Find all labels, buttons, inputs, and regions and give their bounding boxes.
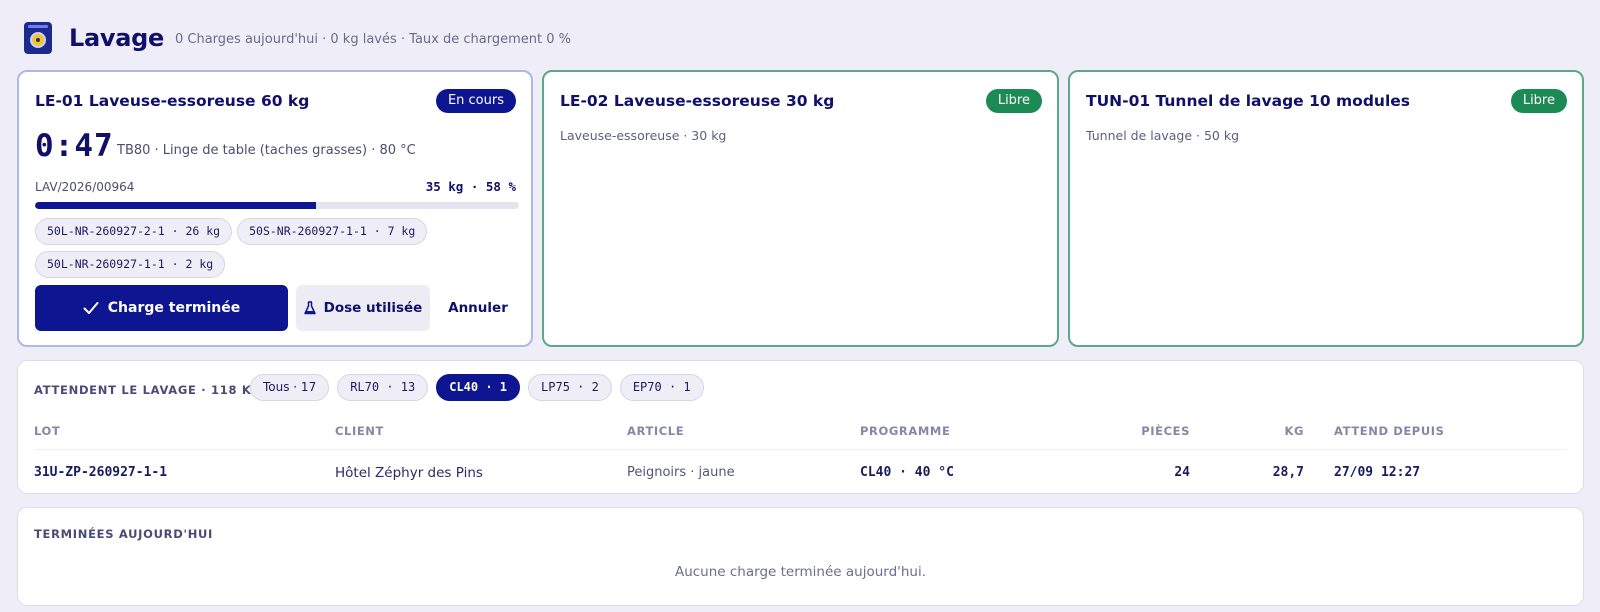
machine-subtitle: Tunnel de lavage · 50 kg	[1086, 128, 1240, 143]
batch-id: LAV/2026/00964	[35, 180, 135, 194]
column-header-kg[interactable]: KG	[1204, 424, 1304, 438]
machine-card-tun01[interactable]: TUN-01 Tunnel de lavage 10 modules Libre…	[1068, 70, 1584, 347]
filter-ep70[interactable]: EP70 · 1	[619, 374, 704, 401]
completed-label: TERMINÉES AUJOURD'HUI	[34, 527, 214, 541]
column-header-lot[interactable]: LOT	[34, 424, 60, 438]
column-header-article[interactable]: ARTICLE	[627, 424, 684, 438]
lot-chips: 50L-NR-260927-2-1 · 26 kg 50S-NR-260927-…	[35, 218, 525, 278]
cancel-button[interactable]: Annuler	[438, 285, 518, 331]
dose-used-label: Dose utilisée	[323, 300, 423, 316]
pieces-cell: 24	[1174, 465, 1190, 480]
status-badge: Libre	[1510, 89, 1567, 113]
queue-label: ATTENDENT LE LAVAGE · 118 KG	[34, 383, 262, 397]
page-title: Lavage	[69, 24, 164, 52]
machine-card-le01[interactable]: LE-01 Laveuse-essoreuse 60 kg En cours 0…	[17, 70, 533, 347]
machine-title: LE-01 Laveuse-essoreuse 60 kg	[35, 92, 310, 110]
machine-title: TUN-01 Tunnel de lavage 10 modules	[1086, 92, 1411, 110]
charge-done-button[interactable]: Charge terminée	[35, 285, 288, 331]
lot-chip[interactable]: 50L-NR-260927-2-1 · 26 kg	[35, 218, 233, 245]
filter-lp75[interactable]: LP75 · 2	[528, 374, 612, 401]
client-cell: Hôtel Zéphyr des Pins	[335, 465, 483, 481]
waiting-queue-panel: ATTENDENT LE LAVAGE · 118 KG Tous · 17 R…	[17, 360, 1584, 494]
completed-today-panel: TERMINÉES AUJOURD'HUI Aucune charge term…	[17, 507, 1584, 606]
load-progress-bar	[35, 202, 519, 209]
filter-rl70[interactable]: RL70 · 13	[337, 374, 429, 401]
filter-all[interactable]: Tous · 17	[250, 374, 330, 401]
program-filters: Tous · 17 RL70 · 13 CL40 · 1 LP75 · 2 EP…	[250, 374, 704, 401]
program-info: TB80 · Linge de table (taches grasses) ·…	[117, 143, 416, 158]
check-icon	[83, 302, 99, 314]
status-badge: En cours	[435, 89, 516, 113]
load-progress-fill	[35, 202, 316, 209]
machine-card-le02[interactable]: LE-02 Laveuse-essoreuse 30 kg Libre Lave…	[542, 70, 1059, 347]
lot-chip[interactable]: 50S-NR-260927-1-1 · 7 kg	[237, 218, 428, 245]
column-header-client[interactable]: CLIENT	[335, 424, 384, 438]
charge-done-label: Charge terminée	[107, 300, 241, 316]
article-cell: Peignoirs · jaune	[627, 465, 735, 480]
kg-cell: 28,7	[1272, 465, 1304, 480]
flask-icon	[303, 301, 316, 315]
daily-stats: 0 Charges aujourd'hui · 0 kg lavés · Tau…	[175, 32, 571, 47]
empty-message: Aucune charge terminée aujourd'hui.	[674, 564, 927, 580]
column-header-pieces[interactable]: PIÈCES	[1090, 424, 1190, 438]
column-header-waiting[interactable]: ATTEND DEPUIS	[1334, 424, 1445, 438]
washing-machine-icon	[24, 22, 52, 54]
waiting-cell: 27/09 12:27	[1334, 465, 1421, 480]
page-header: Lavage 0 Charges aujourd'hui · 0 kg lavé…	[24, 18, 571, 58]
load-info: 35 kg · 58 %	[425, 179, 516, 194]
programme-cell: CL40 · 40 °C	[860, 465, 954, 480]
status-badge: Libre	[985, 89, 1042, 113]
machine-subtitle: Laveuse-essoreuse · 30 kg	[560, 128, 727, 143]
machine-title: LE-02 Laveuse-essoreuse 30 kg	[560, 92, 835, 110]
filter-cl40[interactable]: CL40 · 1	[436, 374, 521, 401]
remaining-time: 0:47	[35, 128, 114, 164]
lot-cell: 31U-ZP-260927-1-1	[34, 465, 168, 480]
lot-chip[interactable]: 50L-NR-260927-1-1 · 2 kg	[35, 251, 226, 278]
dose-used-button[interactable]: Dose utilisée	[296, 285, 430, 331]
column-header-programme[interactable]: PROGRAMME	[860, 424, 950, 438]
header-divider	[34, 449, 1567, 450]
